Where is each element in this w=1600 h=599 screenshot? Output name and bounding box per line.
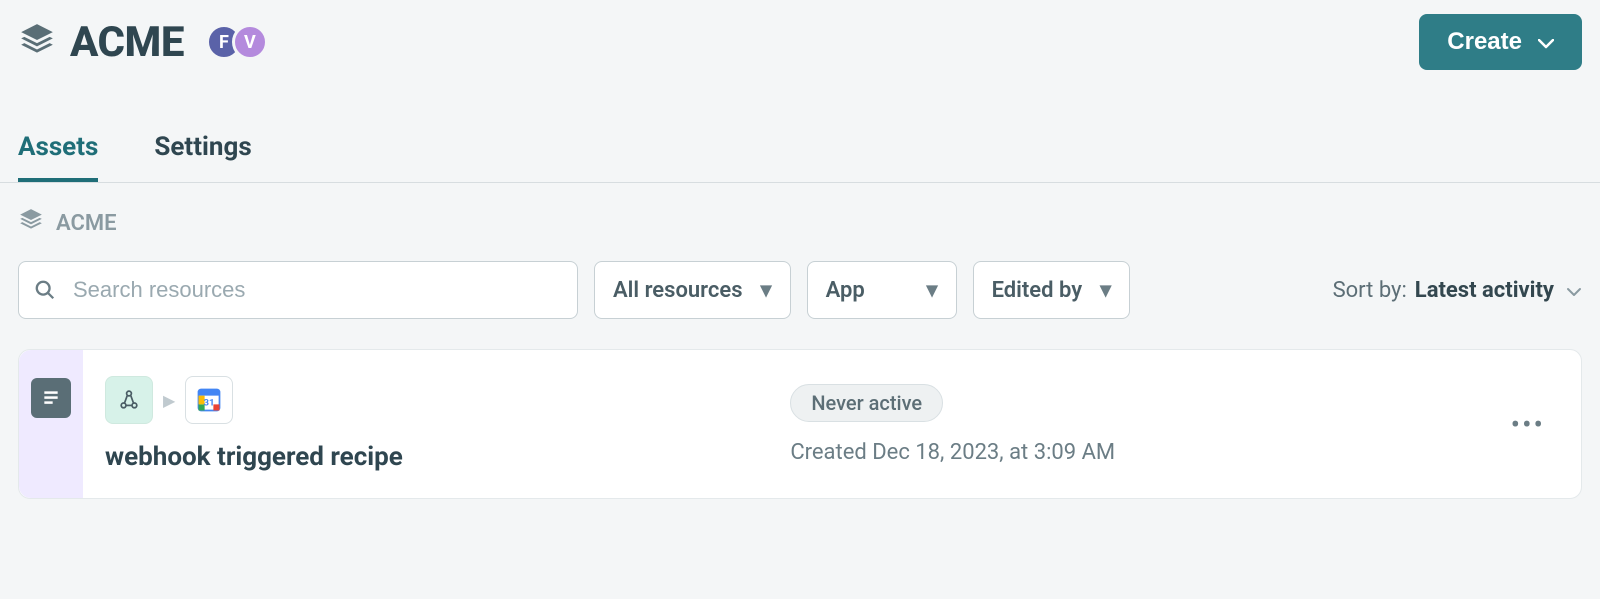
avatar[interactable]: V	[232, 24, 268, 60]
sort-by-label: Sort by:	[1333, 278, 1407, 303]
recipe-type-strip	[19, 350, 83, 498]
resource-type-filter[interactable]: All resources ▾	[594, 261, 791, 319]
tab-assets[interactable]: Assets	[18, 132, 98, 182]
webhook-icon	[105, 376, 153, 424]
avatar-stack: F V	[206, 24, 268, 60]
recipe-row[interactable]: ▶ 31 webhook triggered recipe Never acti…	[18, 349, 1582, 499]
chevron-right-icon: ▶	[163, 391, 175, 410]
created-timestamp: Created Dec 18, 2023, at 3:09 AM	[790, 440, 1115, 465]
sort-by-value: Latest activity	[1415, 278, 1554, 303]
google-calendar-icon: 31	[185, 376, 233, 424]
caret-down-icon: ▾	[927, 278, 938, 303]
status-badge: Never active	[790, 384, 943, 422]
breadcrumb[interactable]: ACME	[0, 183, 1600, 239]
page-title: ACME	[70, 18, 184, 67]
more-actions-button[interactable]: •••	[1503, 400, 1553, 449]
app-filter[interactable]: App ▾	[807, 261, 957, 319]
chevron-down-icon	[1538, 28, 1554, 56]
edited-by-filter[interactable]: Edited by ▾	[973, 261, 1131, 319]
dropdown-label: App	[826, 278, 865, 303]
tabs: Assets Settings	[0, 132, 1600, 183]
stack-icon	[18, 21, 56, 63]
stack-icon	[18, 207, 44, 239]
app-chain: ▶ 31	[105, 376, 403, 424]
recipe-name: webhook triggered recipe	[105, 442, 403, 472]
create-button[interactable]: Create	[1419, 14, 1582, 70]
ellipsis-icon: •••	[1511, 408, 1545, 441]
sort-by[interactable]: Sort by: Latest activity	[1333, 278, 1582, 303]
breadcrumb-label: ACME	[56, 211, 117, 236]
search-input[interactable]	[18, 261, 578, 319]
dropdown-label: Edited by	[992, 278, 1083, 303]
svg-text:31: 31	[204, 397, 215, 408]
caret-down-icon: ▾	[761, 278, 772, 303]
chevron-down-icon	[1566, 278, 1582, 303]
recipe-icon	[31, 378, 71, 418]
dropdown-label: All resources	[613, 278, 743, 303]
tab-settings[interactable]: Settings	[154, 132, 251, 182]
caret-down-icon: ▾	[1100, 278, 1111, 303]
create-button-label: Create	[1447, 28, 1522, 56]
